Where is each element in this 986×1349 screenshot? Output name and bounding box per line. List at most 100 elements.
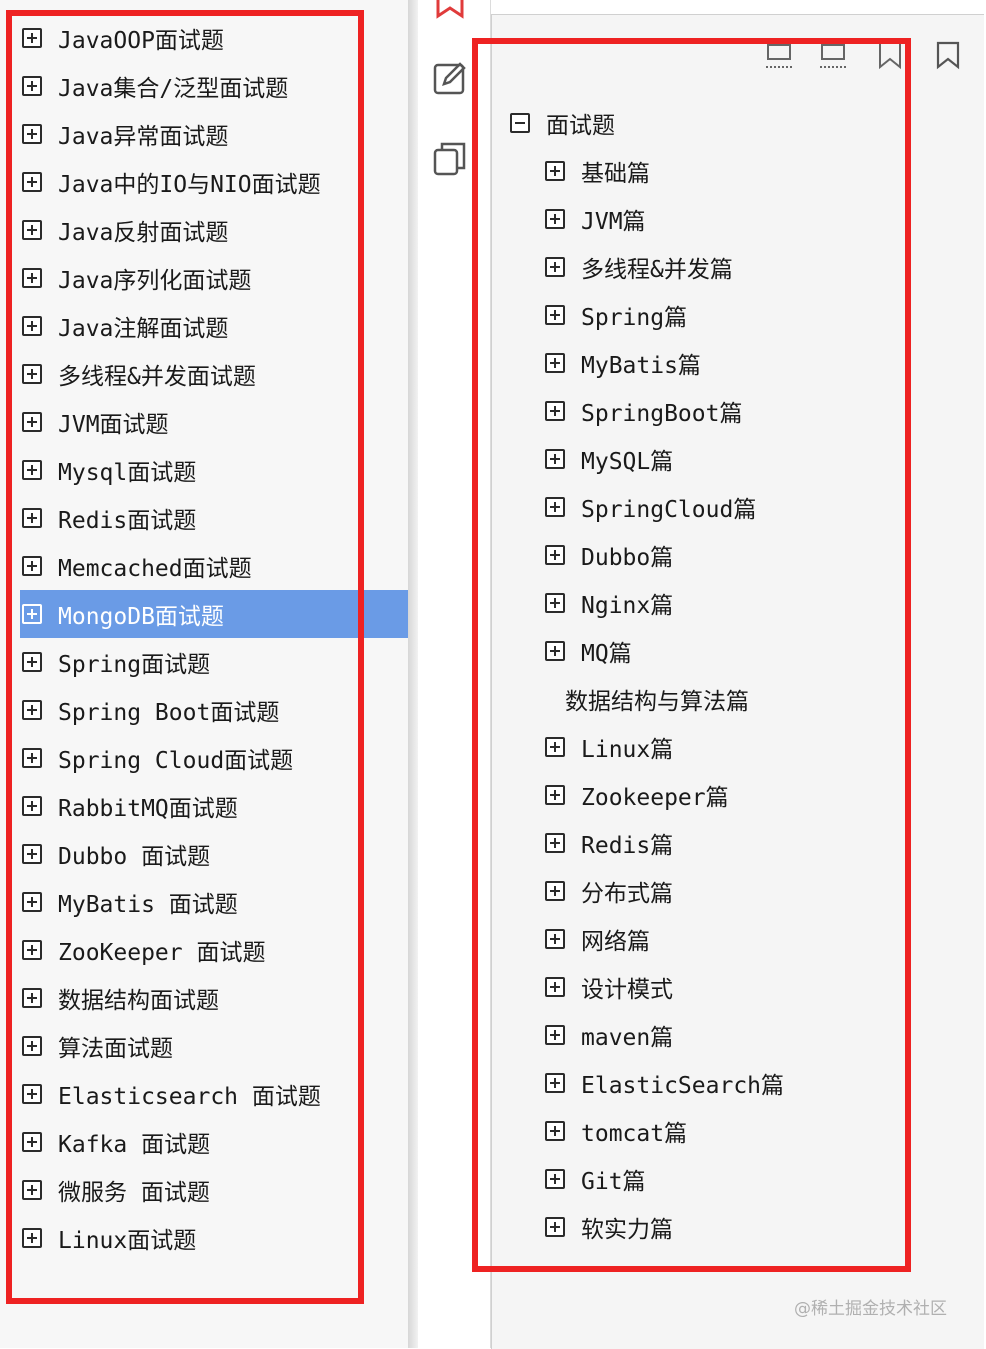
tree-item[interactable]: Linux面试题 [20, 1214, 408, 1262]
expand-icon[interactable] [545, 785, 565, 805]
expand-icon[interactable] [22, 604, 42, 624]
tree-item[interactable]: 多线程&并发篇 [508, 243, 898, 291]
panel-splitter[interactable] [408, 0, 418, 1348]
tree-item-selected[interactable]: MongoDB面试题 [20, 590, 408, 638]
expand-icon[interactable] [22, 892, 42, 912]
expand-icon[interactable] [22, 28, 42, 48]
expand-icon[interactable] [545, 545, 565, 565]
expand-all-icon[interactable] [764, 39, 796, 71]
tree-item[interactable]: SpringBoot篇 [508, 387, 898, 435]
tree-item[interactable]: 软实力篇 [508, 1203, 898, 1251]
edit-icon[interactable] [432, 60, 468, 96]
expand-icon[interactable] [22, 1084, 42, 1104]
tree-item[interactable]: Dubbo 面试题 [20, 830, 408, 878]
expand-icon[interactable] [22, 508, 42, 528]
expand-icon[interactable] [545, 1217, 565, 1237]
tree-item[interactable]: JVM面试题 [20, 398, 408, 446]
expand-icon[interactable] [22, 124, 42, 144]
tree-item[interactable]: Spring面试题 [20, 638, 408, 686]
tree-item[interactable]: SpringCloud篇 [508, 483, 898, 531]
expand-icon[interactable] [545, 1073, 565, 1093]
expand-icon[interactable] [545, 161, 565, 181]
expand-icon[interactable] [22, 796, 42, 816]
tree-item[interactable]: Redis篇 [508, 819, 898, 867]
tree-item[interactable]: Memcached面试题 [20, 542, 408, 590]
expand-icon[interactable] [545, 449, 565, 469]
expand-icon[interactable] [545, 1121, 565, 1141]
tree-item[interactable]: MyBatis篇 [508, 339, 898, 387]
tree-item[interactable]: Zookeeper篇 [508, 771, 898, 819]
tree-item[interactable]: tomcat篇 [508, 1107, 898, 1155]
tree-item[interactable]: 多线程&并发面试题 [20, 350, 408, 398]
expand-icon[interactable] [545, 497, 565, 517]
tree-item[interactable]: Java集合/泛型面试题 [20, 62, 408, 110]
expand-icon[interactable] [22, 76, 42, 96]
expand-icon[interactable] [22, 460, 42, 480]
tree-item[interactable]: 设计模式 [508, 963, 898, 1011]
tree-item[interactable]: Spring Boot面试题 [20, 686, 408, 734]
tree-item[interactable]: MySQL篇 [508, 435, 898, 483]
tree-item[interactable]: JavaOOP面试题 [20, 14, 408, 62]
expand-icon[interactable] [545, 833, 565, 853]
tree-item[interactable]: Java注解面试题 [20, 302, 408, 350]
tree-item[interactable]: Git篇 [508, 1155, 898, 1203]
tree-item[interactable]: JVM篇 [508, 195, 898, 243]
tree-item[interactable]: RabbitMQ面试题 [20, 782, 408, 830]
expand-icon[interactable] [22, 1036, 42, 1056]
tree-item[interactable]: 算法面试题 [20, 1022, 408, 1070]
expand-icon[interactable] [545, 1169, 565, 1189]
expand-icon[interactable] [545, 929, 565, 949]
expand-icon[interactable] [22, 1228, 42, 1248]
tree-item[interactable]: Kafka 面试题 [20, 1118, 408, 1166]
tree-item[interactable]: Java反射面试题 [20, 206, 408, 254]
expand-icon[interactable] [22, 316, 42, 336]
expand-icon[interactable] [22, 748, 42, 768]
tree-leaf-item[interactable]: 数据结构与算法篇 [508, 675, 898, 723]
collapse-icon[interactable] [510, 113, 530, 133]
expand-icon[interactable] [545, 209, 565, 229]
collapse-all-icon[interactable] [818, 39, 850, 71]
expand-icon[interactable] [545, 353, 565, 373]
tree-item[interactable]: Spring Cloud面试题 [20, 734, 408, 782]
expand-icon[interactable] [22, 412, 42, 432]
copy-icon[interactable] [432, 140, 468, 176]
bookmark-icon[interactable] [932, 39, 964, 71]
tree-item[interactable]: ElasticSearch篇 [508, 1059, 898, 1107]
expand-icon[interactable] [22, 700, 42, 720]
expand-icon[interactable] [545, 977, 565, 997]
tree-root-item[interactable]: 面试题 [508, 99, 898, 147]
tree-item[interactable]: Elasticsearch 面试题 [20, 1070, 408, 1118]
tree-item[interactable]: Linux篇 [508, 723, 898, 771]
tree-item[interactable]: Java序列化面试题 [20, 254, 408, 302]
tree-item[interactable]: 数据结构面试题 [20, 974, 408, 1022]
expand-icon[interactable] [22, 652, 42, 672]
expand-icon[interactable] [545, 641, 565, 661]
tree-item[interactable]: maven篇 [508, 1011, 898, 1059]
expand-icon[interactable] [22, 268, 42, 288]
expand-icon[interactable] [545, 1025, 565, 1045]
tree-item[interactable]: Spring篇 [508, 291, 898, 339]
expand-icon[interactable] [545, 257, 565, 277]
expand-icon[interactable] [22, 940, 42, 960]
expand-icon[interactable] [22, 220, 42, 240]
tree-item[interactable]: Java异常面试题 [20, 110, 408, 158]
expand-icon[interactable] [545, 305, 565, 325]
tree-item[interactable]: MQ篇 [508, 627, 898, 675]
tree-item[interactable]: 分布式篇 [508, 867, 898, 915]
tree-item[interactable]: Java中的IO与NIO面试题 [20, 158, 408, 206]
tree-item[interactable]: 基础篇 [508, 147, 898, 195]
tree-item[interactable]: ZooKeeper 面试题 [20, 926, 408, 974]
expand-icon[interactable] [545, 401, 565, 421]
tree-item[interactable]: 微服务 面试题 [20, 1166, 408, 1214]
expand-icon[interactable] [545, 737, 565, 757]
expand-icon[interactable] [22, 172, 42, 192]
expand-icon[interactable] [545, 881, 565, 901]
add-bookmark-icon[interactable] [874, 39, 906, 71]
expand-icon[interactable] [545, 593, 565, 613]
tree-item[interactable]: Dubbo篇 [508, 531, 898, 579]
expand-icon[interactable] [22, 1132, 42, 1152]
expand-icon[interactable] [22, 364, 42, 384]
expand-icon[interactable] [22, 988, 42, 1008]
expand-icon[interactable] [22, 556, 42, 576]
tree-item[interactable]: MyBatis 面试题 [20, 878, 408, 926]
